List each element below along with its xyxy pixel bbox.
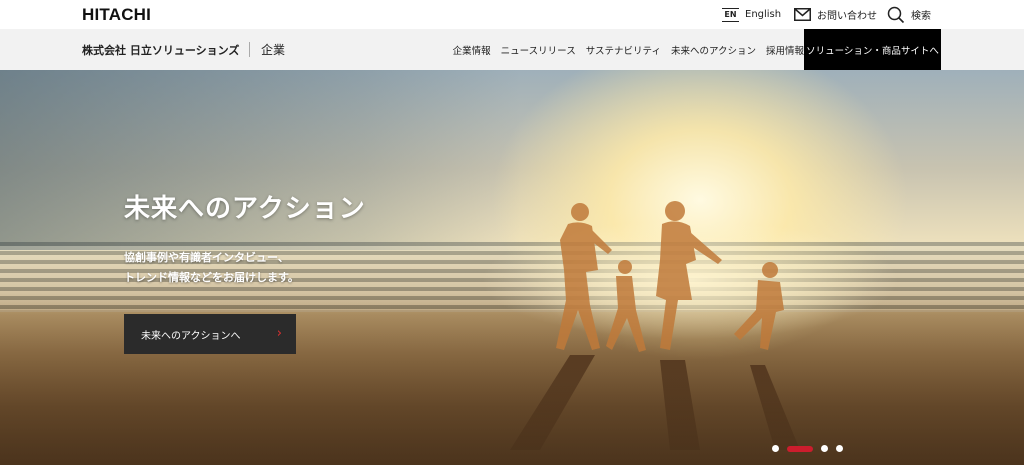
mail-icon	[794, 8, 811, 21]
nav-link-corporate-info[interactable]: 企業情報	[453, 43, 491, 57]
search-link[interactable]: 検索	[887, 0, 931, 29]
language-label: English	[745, 9, 782, 20]
search-icon	[887, 6, 905, 24]
section-label[interactable]: 企業	[261, 41, 285, 58]
family-silhouette-image	[510, 201, 800, 450]
carousel-dot-3[interactable]	[821, 445, 828, 452]
nav-links: 企業情報 ニュースリリース サステナビリティ 未来へのアクション 採用情報	[443, 29, 804, 70]
hero-banner: 未来へのアクション 協創事例や有識者インタビュー、 トレンド情報などをお届けしま…	[0, 70, 1024, 465]
hero-subtitle-line-2: トレンド情報などをお届けします。	[124, 271, 299, 284]
language-switch[interactable]: EN English	[722, 0, 781, 29]
company-name[interactable]: 株式会社 日立ソリューションズ	[82, 42, 239, 58]
contact-link[interactable]: お問い合わせ	[794, 0, 877, 29]
nav-link-careers[interactable]: 採用情報	[766, 43, 804, 57]
contact-label: お問い合わせ	[817, 11, 877, 22]
chevron-right-icon: ›	[276, 326, 282, 341]
carousel-dot-1[interactable]	[772, 445, 779, 452]
hero-subtitle-line-1: 協創事例や有識者インタビュー、	[124, 251, 289, 264]
nav-link-news[interactable]: ニュースリリース	[501, 43, 576, 57]
hero-title: 未来へのアクション	[124, 194, 366, 224]
future-action-button[interactable]: 未来へのアクションへ ›	[124, 314, 296, 354]
language-icon: EN	[722, 7, 739, 22]
nav-link-future-action[interactable]: 未来へのアクション	[671, 43, 756, 57]
top-utility-bar: HITACHI EN English お問い合わせ 検索	[0, 0, 1024, 29]
carousel-dot-4[interactable]	[836, 445, 843, 452]
hitachi-logo[interactable]: HITACHI	[82, 5, 151, 25]
carousel-indicators	[772, 445, 851, 452]
nav-divider	[249, 42, 250, 57]
nav-link-sustainability[interactable]: サステナビリティ	[586, 43, 661, 57]
future-action-button-label: 未来へのアクションへ	[141, 330, 241, 342]
solutions-site-button[interactable]: ソリューション・商品サイトへ	[804, 29, 941, 70]
hero-subtitle: 協創事例や有識者インタビュー、 トレンド情報などをお届けします。	[124, 248, 299, 288]
search-label: 検索	[911, 11, 931, 22]
carousel-dot-2-active[interactable]	[787, 445, 813, 452]
